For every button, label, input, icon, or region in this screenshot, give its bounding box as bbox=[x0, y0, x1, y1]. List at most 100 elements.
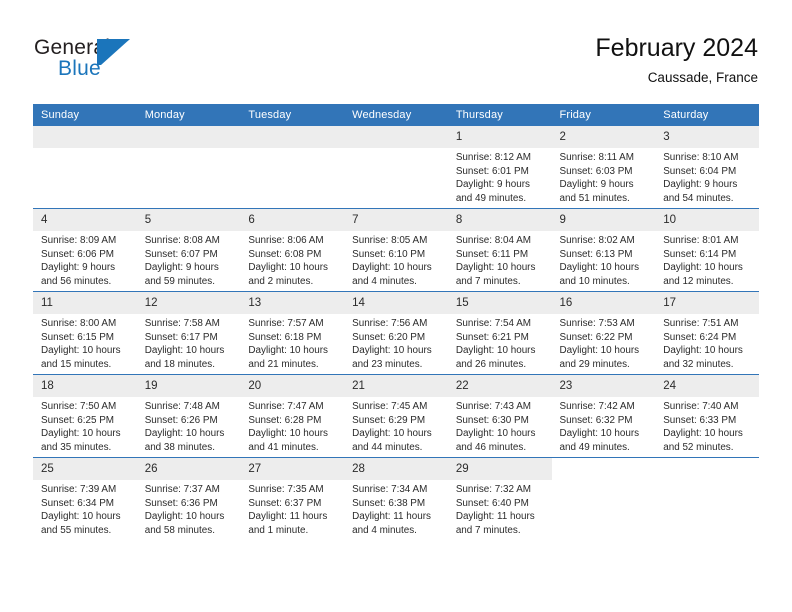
day-detail-line: Sunset: 6:24 PM bbox=[663, 331, 737, 343]
calendar-cell: 10 Sunrise: 8:01 AM Sunset: 6:14 PM Dayligh… bbox=[655, 208, 759, 292]
day-detail-line: and 32 minutes. bbox=[663, 358, 734, 370]
day-details: Sunrise: 7:34 AM Sunset: 6:38 PM Daylight:… bbox=[344, 480, 448, 537]
weekday-header-monday: Monday bbox=[136, 104, 241, 126]
day-cell[interactable]: 29 Sunrise: 7:32 AM Sunset: 6:40 PM Dayligh… bbox=[447, 458, 552, 540]
calendar-cell: 13 Sunrise: 7:57 AM Sunset: 6:18 PM Dayligh… bbox=[240, 291, 345, 375]
day-details: Sunrise: 7:58 AM Sunset: 6:17 PM Daylight:… bbox=[137, 314, 241, 371]
day-cell[interactable]: 1 Sunrise: 8:12 AM Sunset: 6:01 PM Daylight… bbox=[447, 126, 552, 208]
day-detail-line: Sunrise: 7:50 AM bbox=[41, 401, 117, 412]
day-cell[interactable]: 10 Sunrise: 8:01 AM Sunset: 6:14 PM Dayligh… bbox=[655, 209, 759, 291]
day-cell[interactable]: 28 Sunrise: 7:34 AM Sunset: 6:38 PM Dayligh… bbox=[344, 458, 448, 540]
day-number: 13 bbox=[240, 292, 345, 314]
day-details bbox=[240, 148, 344, 151]
day-details: Sunrise: 8:12 AM Sunset: 6:01 PM Daylight:… bbox=[448, 148, 552, 205]
day-detail-line: and 15 minutes. bbox=[41, 358, 112, 370]
day-number: 28 bbox=[344, 458, 448, 480]
page-subtitle: Caussade, France bbox=[647, 70, 758, 85]
empty-day-cell bbox=[240, 126, 345, 208]
day-detail-line: Sunset: 6:21 PM bbox=[455, 331, 529, 343]
day-detail-line: Sunset: 6:22 PM bbox=[559, 331, 633, 343]
day-detail-line: and 7 minutes. bbox=[455, 275, 521, 287]
day-detail-line: and 46 minutes. bbox=[455, 441, 527, 453]
day-cell[interactable]: 2 Sunrise: 8:11 AM Sunset: 6:03 PM Daylight… bbox=[551, 126, 656, 208]
calendar-cell bbox=[136, 126, 241, 209]
day-cell[interactable]: 19 Sunrise: 7:48 AM Sunset: 6:26 PM Dayligh… bbox=[136, 375, 241, 457]
calendar-cell: 22 Sunrise: 7:43 AM Sunset: 6:30 PM Dayligh… bbox=[447, 374, 552, 458]
day-detail-line: Sunset: 6:29 PM bbox=[352, 414, 426, 426]
calendar-cell bbox=[551, 457, 656, 540]
day-cell[interactable]: 11 Sunrise: 8:00 AM Sunset: 6:15 PM Dayligh… bbox=[33, 292, 137, 374]
day-cell[interactable]: 26 Sunrise: 7:37 AM Sunset: 6:36 PM Dayligh… bbox=[136, 458, 241, 540]
day-detail-line: Sunrise: 8:10 AM bbox=[663, 152, 739, 163]
day-detail-line: Sunrise: 7:58 AM bbox=[144, 318, 220, 329]
day-cell[interactable]: 21 Sunrise: 7:45 AM Sunset: 6:29 PM Dayligh… bbox=[344, 375, 448, 457]
day-detail-line: Daylight: 10 hours bbox=[352, 262, 432, 274]
day-detail-line: Sunrise: 7:40 AM bbox=[663, 401, 739, 412]
day-cell[interactable]: 27 Sunrise: 7:35 AM Sunset: 6:37 PM Dayligh… bbox=[240, 458, 345, 540]
day-number: 4 bbox=[33, 209, 137, 231]
brand-logo[interactable]: General Blue bbox=[34, 36, 194, 88]
day-cell[interactable]: 17 Sunrise: 7:51 AM Sunset: 6:24 PM Dayligh… bbox=[655, 292, 759, 374]
day-details: Sunrise: 7:40 AM Sunset: 6:33 PM Daylight:… bbox=[655, 397, 759, 454]
calendar-cell: 9 Sunrise: 8:02 AM Sunset: 6:13 PM Daylight… bbox=[551, 208, 656, 292]
day-cell[interactable]: 4 Sunrise: 8:09 AM Sunset: 6:06 PM Daylight… bbox=[33, 209, 137, 291]
day-details: Sunrise: 7:50 AM Sunset: 6:25 PM Daylight:… bbox=[33, 397, 137, 454]
day-cell[interactable]: 20 Sunrise: 7:47 AM Sunset: 6:28 PM Dayligh… bbox=[240, 375, 345, 457]
day-detail-line: and 38 minutes. bbox=[144, 441, 215, 453]
day-cell[interactable]: 5 Sunrise: 8:08 AM Sunset: 6:07 PM Daylight… bbox=[136, 209, 241, 291]
day-detail-line: Sunrise: 8:11 AM bbox=[559, 152, 634, 163]
calendar-week-row: 4 Sunrise: 8:09 AM Sunset: 6:06 PM Daylight… bbox=[33, 208, 759, 292]
day-detail-line: Sunset: 6:30 PM bbox=[455, 414, 529, 426]
calendar-cell: 24 Sunrise: 7:40 AM Sunset: 6:33 PM Dayligh… bbox=[655, 374, 759, 458]
day-cell[interactable]: 23 Sunrise: 7:42 AM Sunset: 6:32 PM Dayligh… bbox=[551, 375, 656, 457]
day-cell[interactable]: 3 Sunrise: 8:10 AM Sunset: 6:04 PM Daylight… bbox=[655, 126, 759, 208]
day-detail-line: Sunrise: 8:02 AM bbox=[559, 235, 635, 246]
day-details: Sunrise: 7:57 AM Sunset: 6:18 PM Daylight:… bbox=[240, 314, 344, 371]
day-cell[interactable]: 22 Sunrise: 7:43 AM Sunset: 6:30 PM Dayligh… bbox=[447, 375, 552, 457]
day-detail-line: and 4 minutes. bbox=[352, 524, 417, 536]
day-number bbox=[552, 458, 656, 480]
day-cell[interactable]: 12 Sunrise: 7:58 AM Sunset: 6:17 PM Dayligh… bbox=[136, 292, 241, 374]
day-details: Sunrise: 8:04 AM Sunset: 6:11 PM Daylight:… bbox=[448, 231, 552, 288]
day-detail-line: Sunset: 6:33 PM bbox=[663, 414, 737, 426]
day-detail-line: Daylight: 10 hours bbox=[559, 262, 640, 274]
day-details: Sunrise: 8:11 AM Sunset: 6:03 PM Daylight:… bbox=[552, 148, 656, 205]
day-cell[interactable]: 18 Sunrise: 7:50 AM Sunset: 6:25 PM Dayligh… bbox=[33, 375, 137, 457]
calendar-cell: 18 Sunrise: 7:50 AM Sunset: 6:25 PM Dayligh… bbox=[33, 374, 137, 458]
day-cell[interactable]: 15 Sunrise: 7:54 AM Sunset: 6:21 PM Dayligh… bbox=[447, 292, 552, 374]
day-cell[interactable]: 24 Sunrise: 7:40 AM Sunset: 6:33 PM Dayligh… bbox=[655, 375, 759, 457]
calendar-cell bbox=[240, 126, 345, 209]
day-detail-line: Sunset: 6:32 PM bbox=[559, 414, 633, 426]
day-detail-line: Sunset: 6:15 PM bbox=[41, 331, 115, 343]
day-details bbox=[552, 480, 656, 483]
day-detail-line: Daylight: 10 hours bbox=[455, 428, 536, 440]
triangle-flag-logo-icon bbox=[97, 39, 130, 65]
calendar-cell: 11 Sunrise: 8:00 AM Sunset: 6:15 PM Dayligh… bbox=[33, 291, 137, 375]
day-cell[interactable]: 16 Sunrise: 7:53 AM Sunset: 6:22 PM Dayligh… bbox=[551, 292, 656, 374]
day-detail-line: and 29 minutes. bbox=[559, 358, 630, 370]
day-cell[interactable]: 6 Sunrise: 8:06 AM Sunset: 6:08 PM Daylight… bbox=[240, 209, 345, 291]
day-detail-line: Sunrise: 7:47 AM bbox=[248, 401, 324, 412]
day-detail-line: Daylight: 9 hours bbox=[559, 179, 634, 191]
day-detail-line: Sunset: 6:07 PM bbox=[144, 248, 218, 260]
day-cell[interactable]: 7 Sunrise: 8:05 AM Sunset: 6:10 PM Daylight… bbox=[344, 209, 448, 291]
day-cell[interactable]: 14 Sunrise: 7:56 AM Sunset: 6:20 PM Dayligh… bbox=[344, 292, 448, 374]
calendar-cell: 7 Sunrise: 8:05 AM Sunset: 6:10 PM Daylight… bbox=[344, 208, 448, 292]
day-cell[interactable]: 8 Sunrise: 8:04 AM Sunset: 6:11 PM Daylight… bbox=[447, 209, 552, 291]
day-detail-line: Sunrise: 8:05 AM bbox=[352, 235, 428, 246]
day-number: 9 bbox=[551, 209, 656, 231]
day-cell[interactable]: 25 Sunrise: 7:39 AM Sunset: 6:34 PM Dayligh… bbox=[33, 458, 137, 540]
day-detail-line: Sunset: 6:26 PM bbox=[144, 414, 218, 426]
day-number: 23 bbox=[551, 375, 656, 397]
day-cell[interactable]: 9 Sunrise: 8:02 AM Sunset: 6:13 PM Daylight… bbox=[551, 209, 656, 291]
day-detail-line: Sunset: 6:01 PM bbox=[455, 165, 529, 177]
day-cell[interactable]: 13 Sunrise: 7:57 AM Sunset: 6:18 PM Dayligh… bbox=[240, 292, 345, 374]
calendar-cell: 25 Sunrise: 7:39 AM Sunset: 6:34 PM Dayligh… bbox=[33, 457, 137, 540]
calendar-cell: 8 Sunrise: 8:04 AM Sunset: 6:11 PM Daylight… bbox=[447, 208, 552, 292]
day-detail-line: Daylight: 10 hours bbox=[41, 428, 121, 440]
day-detail-line: Sunrise: 7:34 AM bbox=[352, 484, 428, 495]
weekday-header-sunday: Sunday bbox=[33, 104, 137, 126]
day-detail-line: Sunrise: 7:43 AM bbox=[455, 401, 532, 412]
day-detail-line: Sunset: 6:28 PM bbox=[248, 414, 322, 426]
day-detail-line: and 59 minutes. bbox=[144, 275, 215, 287]
